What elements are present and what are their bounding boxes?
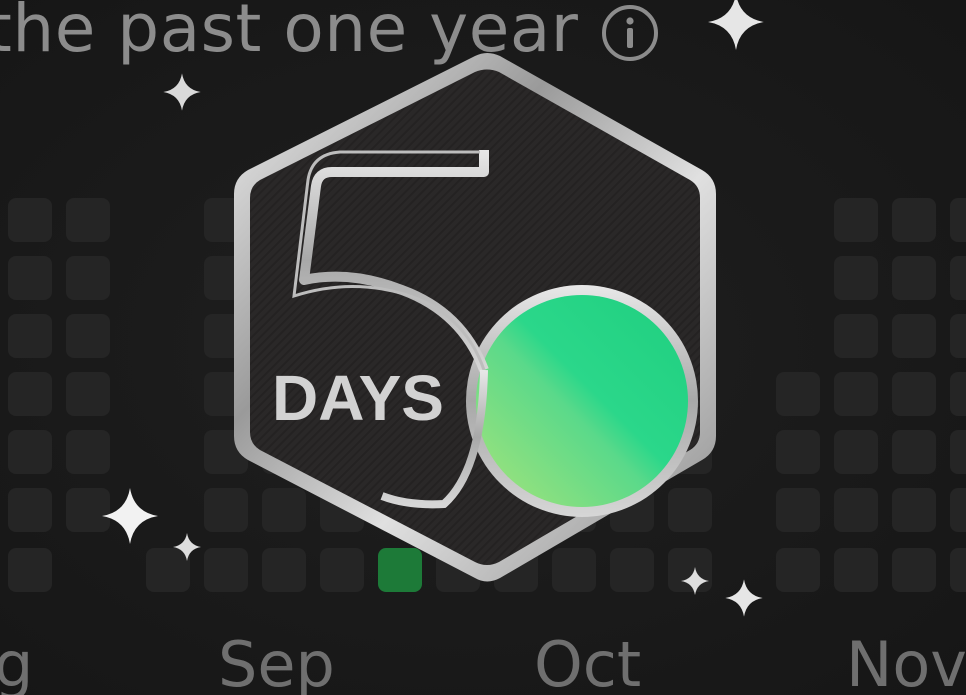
heatmap-cell[interactable]: [776, 488, 820, 532]
month-label-aug: g: [0, 628, 34, 695]
month-label-sep: Sep: [218, 628, 335, 695]
heatmap-cell[interactable]: [834, 314, 878, 358]
heatmap-cell[interactable]: [8, 430, 52, 474]
heatmap-cell[interactable]: [8, 314, 52, 358]
sparkle-icon: [681, 567, 709, 595]
heatmap-cell[interactable]: [892, 430, 936, 474]
heatmap-cell[interactable]: [950, 198, 966, 242]
heatmap-cell[interactable]: [892, 548, 936, 592]
heatmap-cell[interactable]: [892, 256, 936, 300]
heatmap-cell[interactable]: [66, 314, 110, 358]
heatmap-cell[interactable]: [8, 198, 52, 242]
heatmap-cell[interactable]: [834, 198, 878, 242]
heatmap-cell[interactable]: [892, 372, 936, 416]
sparkle-icon: [173, 533, 201, 561]
heatmap-cell[interactable]: [66, 256, 110, 300]
heatmap-cell[interactable]: [892, 198, 936, 242]
heatmap-cell[interactable]: [950, 548, 966, 592]
heatmap-cell[interactable]: [776, 372, 820, 416]
heatmap-cell[interactable]: [950, 314, 966, 358]
heatmap-cell[interactable]: [776, 430, 820, 474]
heatmap-cell[interactable]: [776, 548, 820, 592]
badge-green-circle: [476, 295, 688, 507]
heatmap-cell[interactable]: [950, 256, 966, 300]
heatmap-cell[interactable]: [834, 488, 878, 532]
heatmap-cell[interactable]: [892, 488, 936, 532]
heatmap-cell[interactable]: [892, 314, 936, 358]
heatmap-cell[interactable]: [66, 430, 110, 474]
month-label-oct: Oct: [534, 628, 642, 695]
heatmap-cell[interactable]: [8, 548, 52, 592]
achievement-screen: the past one year g Sep Oct Nov DAYS: [0, 0, 966, 695]
badge-unit-label: DAYS: [272, 362, 444, 434]
heatmap-cell[interactable]: [834, 256, 878, 300]
heatmap-cell[interactable]: [66, 198, 110, 242]
heatmap-cell[interactable]: [950, 488, 966, 532]
heatmap-cell[interactable]: [950, 372, 966, 416]
heatmap-cell[interactable]: [66, 372, 110, 416]
fifty-days-badge: DAYS: [234, 53, 716, 582]
month-label-nov: Nov: [846, 628, 966, 695]
sparkle-icon: [102, 488, 158, 544]
heatmap-cell[interactable]: [8, 256, 52, 300]
sparkle-icon: [708, 0, 764, 50]
heatmap-cell[interactable]: [834, 372, 878, 416]
heatmap-cell[interactable]: [834, 548, 878, 592]
heatmap-cell[interactable]: [834, 430, 878, 474]
heatmap-cell[interactable]: [8, 372, 52, 416]
heatmap-cell[interactable]: [950, 430, 966, 474]
sparkle-icon: [163, 73, 201, 111]
heatmap-cell[interactable]: [8, 488, 52, 532]
sparkle-icon: [725, 579, 763, 617]
